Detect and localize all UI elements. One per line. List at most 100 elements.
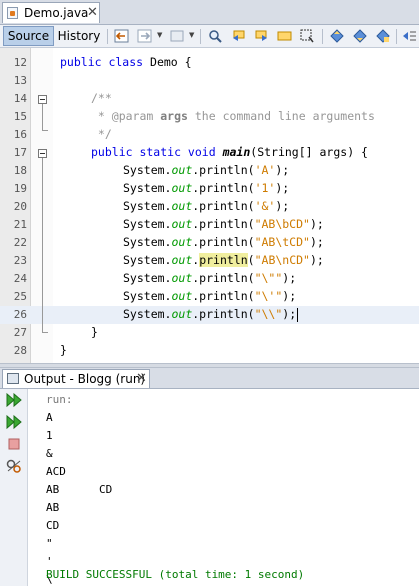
toggle-rect-select-icon[interactable] — [300, 29, 315, 43]
toggle-bookmark-icon[interactable] — [376, 29, 391, 43]
code-line[interactable]: 22 System.out.println("AB\tCD"); — [0, 234, 419, 252]
line-number: 24 — [13, 272, 27, 285]
code-comment: */ — [91, 127, 112, 141]
build-status-line: BUILD SUCCESSFUL (total time: 1 second) — [46, 568, 305, 581]
code-string: "AB\nCD" — [254, 253, 310, 267]
output-tab-bar: Output - Blogg (run) ✕ — [0, 368, 419, 389]
output-line: AB CD — [46, 483, 113, 496]
code-line[interactable]: 20 System.out.println('&'); — [0, 198, 419, 216]
code-editor[interactable]: 12 public class Demo { 13 14 /** 15 * @p… — [0, 48, 419, 363]
navigate-icon[interactable] — [170, 29, 185, 43]
fold-guide — [42, 104, 43, 130]
code-class: System. — [123, 181, 172, 195]
code-comment-close: */ — [91, 127, 112, 141]
code-line[interactable]: 13 — [0, 72, 419, 90]
line-number: 18 — [13, 164, 27, 177]
code-field: out — [171, 163, 193, 177]
code-line-current[interactable]: 26 System.out.println("\\"); — [0, 306, 419, 324]
history-button[interactable]: History — [56, 26, 102, 46]
line-number: 20 — [13, 200, 27, 213]
line-number: 13 — [13, 74, 27, 87]
code-line[interactable]: 24 System.out.println("\""); — [0, 270, 419, 288]
editor-toolbar: Source History ▼ ▼ — [0, 25, 419, 48]
settings-icon[interactable] — [5, 458, 23, 474]
code-comment-param: args — [153, 109, 188, 123]
code-line[interactable]: 25 System.out.println("\'"); — [0, 288, 419, 306]
code-field: out — [171, 253, 193, 267]
code-class: System. — [123, 199, 172, 213]
code-line[interactable]: 18 System.out.println('A'); — [0, 162, 419, 180]
code-method-highlighted: println — [199, 253, 248, 267]
stop-icon[interactable] — [5, 436, 23, 452]
code-class: System. — [123, 217, 172, 231]
code-string: "\'" — [254, 289, 283, 303]
output-line: run: — [46, 393, 73, 406]
find-icon[interactable] — [208, 29, 223, 43]
code-line[interactable]: 23 System.out.println("AB\nCD"); — [0, 252, 419, 270]
find-next-icon[interactable] — [254, 29, 269, 43]
output-tab[interactable]: Output - Blogg (run) ✕ — [2, 369, 150, 388]
code-method: .println( — [192, 217, 255, 231]
code-method: .println( — [192, 289, 255, 303]
code-punct: ); — [275, 181, 290, 195]
code-line[interactable]: 16 */ — [0, 126, 419, 144]
shift-left-icon[interactable] — [402, 29, 417, 43]
code-text: System.out.println('A'); — [123, 163, 289, 177]
prev-bookmark-icon[interactable] — [330, 29, 345, 43]
code-field: out — [171, 289, 193, 303]
code-string: "AB\tCD" — [254, 235, 310, 249]
code-punct: ); — [309, 253, 324, 267]
line-number: 23 — [13, 254, 27, 267]
output-tab-title: Output - Blogg (run) — [24, 372, 146, 386]
rerun-icon[interactable] — [5, 392, 23, 408]
code-line[interactable]: 12 public class Demo { — [0, 54, 419, 72]
back-icon[interactable] — [114, 29, 129, 43]
code-class: System. — [123, 289, 172, 303]
output-side-toolbar — [0, 389, 28, 586]
line-number: 28 — [13, 344, 27, 357]
code-comment-open: /** — [91, 91, 112, 105]
code-line[interactable]: 27 } — [0, 324, 419, 342]
toolbar-separator — [322, 29, 323, 44]
toggle-highlight-icon[interactable] — [277, 29, 292, 43]
output-console[interactable]: run: A 1 & ACD AB CD AB CD " ' \ — [28, 389, 419, 586]
code-string: "\"" — [254, 271, 283, 285]
source-button[interactable]: Source — [3, 26, 54, 46]
code-keyword: public static void — [91, 145, 216, 159]
code-field: out — [171, 199, 193, 213]
close-tab-icon[interactable]: ✕ — [136, 371, 147, 386]
code-punct: ); — [309, 217, 324, 231]
editor-tab-demo-java[interactable]: Demo.java ✕ — [2, 2, 100, 23]
code-line[interactable]: 21 System.out.println("AB\bCD"); — [0, 216, 419, 234]
code-comment: * @param args the command line arguments — [91, 109, 375, 123]
code-comment: /** — [91, 91, 112, 105]
chevron-down-icon[interactable]: ▼ — [157, 31, 162, 39]
code-punct: ); — [282, 307, 297, 321]
toolbar-separator — [107, 29, 108, 44]
toolbar-separator — [200, 29, 201, 44]
code-text: public static void main(String[] args) { — [91, 145, 368, 159]
code-field: out — [171, 307, 193, 321]
code-text: System.out.println("\\"); — [123, 307, 299, 322]
chevron-down-icon[interactable]: ▼ — [189, 31, 194, 39]
code-class: System. — [123, 235, 172, 249]
code-line[interactable]: 28 } — [0, 342, 419, 360]
code-line[interactable]: 15 * @param args the command line argume… — [0, 108, 419, 126]
rerun-with-params-icon[interactable] — [5, 414, 23, 430]
close-tab-icon[interactable]: ✕ — [87, 5, 98, 20]
fold-guide — [42, 130, 48, 131]
fold-toggle-icon[interactable] — [38, 95, 47, 104]
fold-toggle-icon[interactable] — [38, 149, 47, 158]
fold-guide — [42, 332, 48, 333]
code-text: System.out.println('1'); — [123, 181, 289, 195]
forward-icon[interactable] — [137, 29, 152, 43]
code-text: System.out.println("\'"); — [123, 289, 296, 303]
code-line[interactable]: 19 System.out.println('1'); — [0, 180, 419, 198]
code-class: System. — [123, 307, 172, 321]
next-bookmark-icon[interactable] — [353, 29, 368, 43]
code-line[interactable]: 14 /** — [0, 90, 419, 108]
code-line[interactable]: 17 public static void main(String[] args… — [0, 144, 419, 162]
line-number: 25 — [13, 290, 27, 303]
find-prev-icon[interactable] — [231, 29, 246, 43]
code-string: '&' — [254, 199, 276, 213]
